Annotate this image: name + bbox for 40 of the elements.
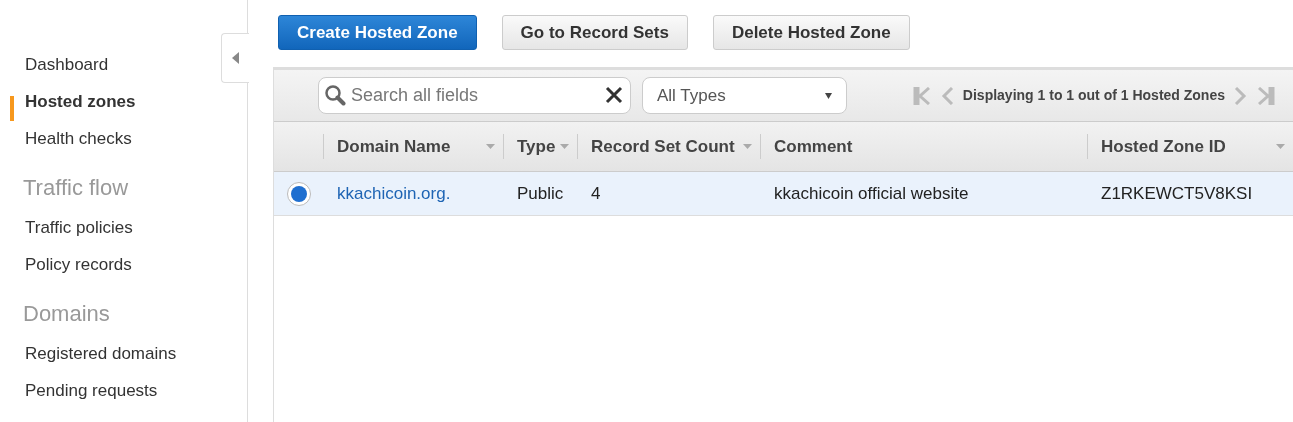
clear-icon[interactable]: [605, 86, 623, 104]
sort-caret-icon[interactable]: [560, 144, 569, 149]
sidebar-item[interactable]: Health checks: [25, 125, 132, 152]
table-cell: 4: [591, 183, 601, 203]
previous-page-icon[interactable]: [940, 86, 955, 105]
sort-caret-icon[interactable]: [486, 144, 495, 149]
row-radio[interactable]: [286, 181, 311, 206]
action-button[interactable]: Delete Hosted Zone: [712, 15, 910, 50]
table-row[interactable]: kkachicoin.org. Public 4 kkachicoin official website Z1RKEWCT5V8KSI: [274, 172, 1293, 216]
collapse-sidebar-button[interactable]: [221, 33, 249, 83]
sidebar-item[interactable]: Policy records: [25, 251, 132, 278]
column-header[interactable]: Hosted Zone ID: [1101, 133, 1226, 160]
column-header[interactable]: Domain Name: [337, 133, 451, 160]
sidebar-item[interactable]: Dashboard: [25, 51, 109, 78]
column-header[interactable]: Type: [517, 133, 556, 160]
sidebar-heading: Traffic flow: [23, 174, 129, 202]
action-button[interactable]: Create Hosted Zone: [278, 15, 477, 50]
search-field[interactable]: Search all fields: [318, 77, 631, 114]
sidebar-item[interactable]: Pending requests: [25, 377, 158, 404]
table-cell: Z1RKEWCT5V8KSI: [1101, 183, 1253, 203]
column-header[interactable]: Comment: [774, 133, 853, 160]
type-filter-dropdown[interactable]: All Types: [642, 77, 847, 114]
dropdown-caret-icon: [825, 92, 832, 99]
last-page-icon[interactable]: [1255, 86, 1275, 105]
first-page-icon[interactable]: [912, 86, 933, 105]
action-button[interactable]: Go to Record Sets: [501, 15, 688, 50]
pagination-status: Displaying 1 to 1 out of 1 Hosted Zones: [962, 86, 1225, 105]
sidebar-item[interactable]: Hosted zones: [25, 88, 136, 115]
search-icon: [324, 84, 346, 106]
table-cell: Public: [517, 183, 564, 203]
column-header[interactable]: Record Set Count: [591, 133, 735, 160]
sidebar-item[interactable]: Traffic policies: [25, 214, 133, 241]
sort-caret-icon[interactable]: [743, 144, 752, 149]
sort-caret-icon[interactable]: [1276, 144, 1285, 149]
collapse-icon: [232, 52, 239, 64]
sidebar-heading: Domains: [23, 300, 110, 328]
table-cell: kkachicoin official website: [774, 183, 969, 203]
domain-link[interactable]: kkachicoin.org.: [337, 183, 451, 203]
sidebar-item[interactable]: Registered domains: [25, 340, 177, 367]
next-page-icon[interactable]: [1233, 86, 1247, 105]
